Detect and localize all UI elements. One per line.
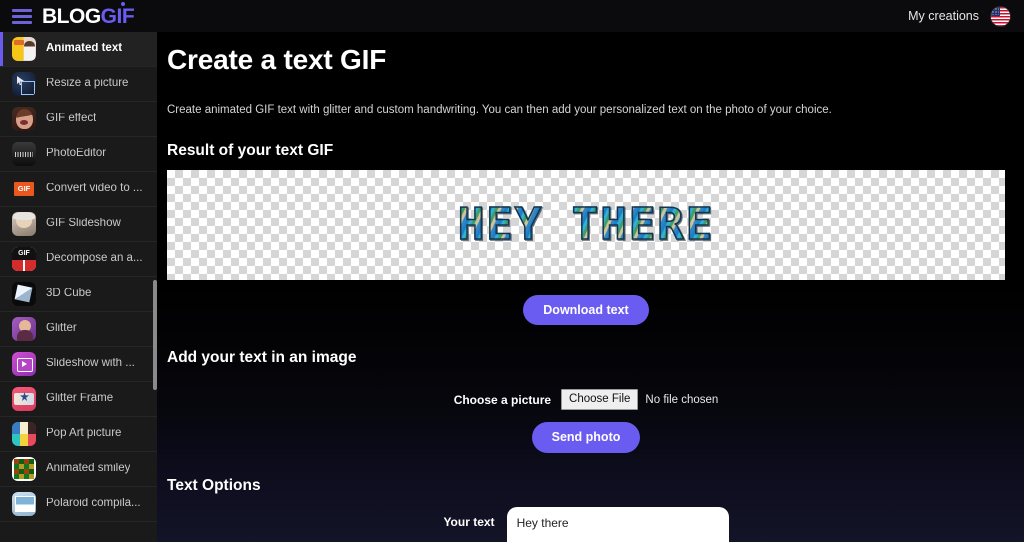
sidebar-item-label: GIF Slideshow (46, 218, 121, 230)
gif-slideshow-icon (12, 212, 36, 236)
sidebar-item-slideshow-with[interactable]: Slideshow with ... (0, 347, 157, 382)
sidebar-scrollbar-track[interactable] (153, 32, 157, 542)
sidebar-item-3d-cube[interactable]: 3D Cube (0, 277, 157, 312)
sidebar-item-label: Polaroid compila... (46, 498, 141, 510)
slideshow-music-icon (12, 352, 36, 376)
send-photo-row: Send photo (167, 422, 1005, 453)
main-content: Create a text GIF Create animated GIF te… (157, 32, 1024, 542)
pop-art-icon (12, 422, 36, 446)
choose-picture-label: Choose a picture (453, 392, 552, 407)
glitter-frame-icon (12, 387, 36, 411)
sidebar-item-label: 3D Cube (46, 288, 92, 300)
send-photo-button[interactable]: Send photo (531, 422, 641, 453)
your-text-input[interactable] (506, 506, 729, 542)
decompose-icon-top (12, 247, 36, 260)
photo-editor-icon (12, 142, 36, 166)
sidebar-item-polaroid-compila[interactable]: Polaroid compila... (0, 487, 157, 522)
animated-smiley-icon (12, 457, 36, 481)
glitter-icon (12, 317, 36, 341)
your-text-label: Your text (443, 514, 495, 529)
your-text-row: Your text (167, 506, 1005, 542)
sidebar-item-animated-smiley[interactable]: Animated smiley (0, 452, 157, 487)
sidebar-item-label: Animated smiley (46, 463, 131, 475)
sidebar-item-label: Glitter (46, 323, 77, 335)
choose-file-button[interactable]: Choose File (561, 389, 639, 411)
sidebar-item-decompose-an-a[interactable]: Decompose an a... (0, 242, 157, 277)
sidebar-item-pop-art-picture[interactable]: Pop Art picture (0, 417, 157, 452)
sidebar-item-label: Glitter Frame (46, 393, 114, 405)
animated-text-icon (12, 37, 36, 61)
resize-picture-icon (12, 72, 36, 96)
sidebar-item-label: Slideshow with ... (46, 358, 135, 370)
picture-file-input[interactable]: Choose File No file chosen (561, 389, 719, 411)
sidebar-item-label: GIF effect (46, 113, 97, 125)
sidebar-item-convert-video-to[interactable]: Convert video to ... (0, 172, 157, 207)
sidebar-item-glitter-frame[interactable]: Glitter Frame (0, 382, 157, 417)
sidebar-item-resize-a-picture[interactable]: Resize a picture (0, 67, 157, 102)
sidebar-scroll-area: Animated text Resize a picture GIF effect P… (0, 32, 157, 542)
hamburger-bar (12, 14, 32, 18)
sidebar-item-glitter[interactable]: Glitter (0, 312, 157, 347)
text-options-title: Text Options (167, 476, 261, 494)
sidebar-item-label: Pop Art picture (46, 428, 122, 440)
sidebar-item-label: Convert video to ... (46, 183, 143, 195)
sidebar-item-photoeditor[interactable]: PhotoEditor (0, 137, 157, 172)
sidebar: Animated text Resize a picture GIF effect P… (0, 32, 157, 542)
file-status-text: No file chosen (645, 393, 719, 406)
app-root: BLOG GIF My creations Animated text Resize… (0, 0, 1024, 542)
logo-text-gif: GIF (100, 1, 135, 28)
hamburger-icon[interactable] (12, 8, 32, 24)
sidebar-item-label: Decompose an a... (46, 253, 143, 265)
us-flag-icon[interactable] (991, 6, 1010, 26)
gif-result-panel[interactable]: Hey There (167, 169, 1005, 280)
sidebar-item-animated-text[interactable]: Animated text (0, 32, 157, 67)
choose-picture-row: Choose a picture Choose File No file cho… (167, 389, 1005, 411)
page-description: Create animated GIF text with glitter an… (167, 104, 832, 116)
hamburger-bar (12, 20, 32, 24)
sidebar-item-label: PhotoEditor (46, 148, 107, 160)
gif-effect-icon (12, 107, 36, 131)
sidebar-item-label: Animated text (46, 43, 123, 55)
hamburger-bar (12, 8, 32, 12)
sidebar-item-gif-effect[interactable]: GIF effect (0, 102, 157, 137)
cube-icon (12, 282, 36, 306)
convert-video-icon (12, 177, 36, 201)
download-row: Download text (167, 294, 1005, 326)
sidebar-item-label: Resize a picture (46, 78, 129, 90)
flag-canton (991, 6, 1000, 16)
gif-result-text: Hey There (457, 198, 715, 250)
my-creations-link[interactable]: My creations (908, 9, 979, 23)
add-text-section-title: Add your text in an image (167, 349, 357, 367)
result-section-title: Result of your text GIF (167, 141, 334, 159)
header-actions: My creations (908, 6, 1010, 26)
download-text-button[interactable]: Download text (523, 294, 649, 326)
sidebar-scrollbar-thumb[interactable] (153, 280, 157, 390)
polaroid-icon (12, 492, 36, 516)
top-header: BLOG GIF My creations (0, 0, 1024, 32)
page-title: Create a text GIF (167, 44, 387, 75)
sidebar-item-gif-slideshow[interactable]: GIF Slideshow (0, 207, 157, 242)
decompose-icon (12, 247, 36, 271)
logo-text-blog: BLOG (42, 4, 101, 28)
site-logo[interactable]: BLOG GIF (42, 1, 135, 28)
